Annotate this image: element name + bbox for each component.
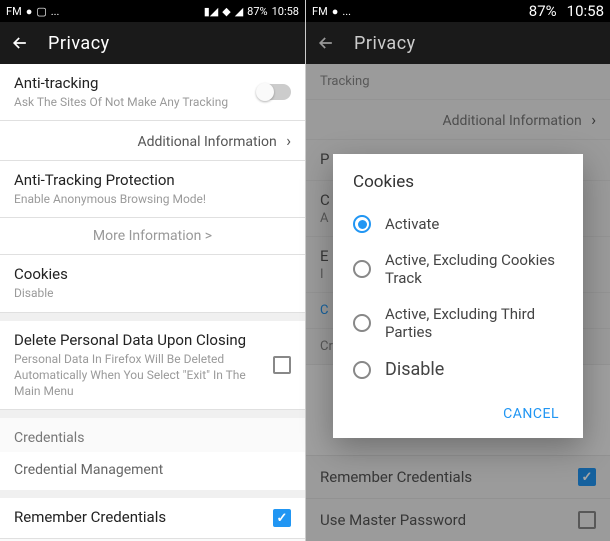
- status-bar: FM ● ▢ ... ▮◢ ◆ ◢ 87% 10:58: [0, 0, 305, 22]
- divider: [0, 410, 305, 418]
- globe-icon: ●: [26, 5, 33, 18]
- back-icon[interactable]: [10, 33, 30, 53]
- radio-icon[interactable]: [353, 314, 371, 332]
- signal-icon: ◢: [235, 5, 243, 18]
- cookies-row[interactable]: Cookies Disable: [0, 255, 305, 312]
- remember-credentials-row[interactable]: Remember Credentials: [0, 498, 305, 539]
- screen-left: FM ● ▢ ... ▮◢ ◆ ◢ 87% 10:58 Privacy Anti…: [0, 0, 305, 541]
- more-icon: ...: [51, 5, 60, 18]
- atp-sub: Enable Anonymous Browsing Mode!: [14, 191, 291, 207]
- credential-mgmt-row[interactable]: Credential Management: [0, 452, 305, 490]
- clock-text: 10:58: [567, 2, 604, 20]
- additional-info-link[interactable]: Additional Information ›: [0, 121, 305, 161]
- credentials-header: Credentials: [0, 418, 305, 452]
- radio-icon[interactable]: [353, 260, 371, 278]
- cookies-title: Cookies: [14, 265, 291, 283]
- wifi-icon: ◆: [222, 5, 230, 18]
- anti-tracking-title: Anti-tracking: [14, 74, 257, 92]
- delete-personal-sub: Personal Data In Firefox Will Be Deleted…: [14, 351, 273, 400]
- dialog-actions: CANCEL: [353, 390, 563, 428]
- page-title: Privacy: [354, 33, 416, 54]
- header-bar: Privacy: [306, 22, 610, 64]
- atp-title: Anti-Tracking Protection: [14, 171, 291, 189]
- picture-icon: ▢: [36, 5, 46, 18]
- delete-personal-row[interactable]: Delete Personal Data Upon Closing Person…: [0, 321, 305, 411]
- fm-indicator: FM: [6, 5, 22, 18]
- delete-personal-checkbox[interactable]: [273, 356, 291, 374]
- option-activate[interactable]: Activate: [353, 206, 563, 242]
- page-title: Privacy: [48, 33, 110, 54]
- globe-icon: ●: [332, 5, 339, 18]
- anti-tracking-row[interactable]: Anti-tracking Ask The Sites Of Not Make …: [0, 64, 305, 121]
- anti-tracking-toggle[interactable]: [257, 84, 291, 100]
- option-excluding-third[interactable]: Active, Excluding Third Parties: [353, 296, 563, 350]
- divider: [0, 313, 305, 321]
- back-icon[interactable]: [316, 33, 336, 53]
- battery-text: 87%: [529, 2, 557, 20]
- more-icon: ...: [342, 5, 351, 18]
- delete-personal-title: Delete Personal Data Upon Closing: [14, 331, 273, 349]
- battery-text: 87%: [247, 5, 267, 18]
- status-bar: FM ● ... 87% 10:58: [306, 0, 610, 22]
- screen-right: FM ● ... 87% 10:58 Privacy Tracking Addi…: [305, 0, 610, 541]
- divider: [0, 490, 305, 498]
- radio-icon[interactable]: [353, 361, 371, 379]
- radio-icon[interactable]: [353, 215, 371, 233]
- settings-list[interactable]: Anti-tracking Ask The Sites Of Not Make …: [0, 64, 305, 541]
- cookies-value: Disable: [14, 285, 291, 301]
- anti-tracking-sub: Ask The Sites Of Not Make Any Tracking: [14, 94, 257, 110]
- cancel-button[interactable]: CANCEL: [499, 400, 563, 428]
- more-info-link[interactable]: More Information >: [0, 218, 305, 255]
- anti-tracking-protection-row[interactable]: Anti-Tracking Protection Enable Anonymou…: [0, 161, 305, 218]
- header-bar: Privacy: [0, 22, 305, 64]
- clock-text: 10:58: [272, 5, 299, 18]
- chevron-right-icon: ›: [286, 131, 291, 150]
- cookies-dialog: Cookies Activate Active, Excluding Cooki…: [333, 154, 583, 438]
- dialog-title: Cookies: [353, 172, 563, 192]
- vibrate-icon: ▮◢: [204, 5, 219, 18]
- modal-overlay[interactable]: Cookies Activate Active, Excluding Cooki…: [306, 64, 610, 541]
- option-disable[interactable]: Disable: [353, 350, 563, 390]
- fm-indicator: FM: [312, 5, 328, 18]
- remember-credentials-checkbox[interactable]: [273, 509, 291, 527]
- option-excluding-track[interactable]: Active, Excluding Cookies Track: [353, 242, 563, 296]
